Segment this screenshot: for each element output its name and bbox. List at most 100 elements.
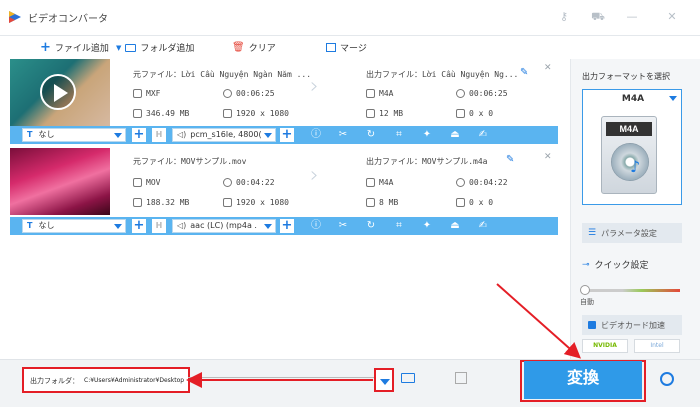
chevron-down-icon[interactable] [669, 96, 677, 101]
alarm-clock-icon[interactable] [660, 372, 674, 386]
add-file-label: ファイル追加 [54, 44, 109, 54]
clock-icon [456, 178, 465, 187]
folder-icon [133, 109, 142, 118]
scissors-icon[interactable]: ✂ [337, 220, 349, 232]
folder-dropdown-button[interactable] [374, 368, 394, 392]
edit-bar: T なし + H ◁) pcm_s16le, 4800( + ⓘ ✂ ↻ ⌗ ✦ ⏏… [10, 126, 558, 144]
add-folder-label: フォルダ追加 [140, 44, 195, 54]
clear-button[interactable]: 🗑 クリア [232, 41, 276, 54]
merge-button[interactable]: マージ [326, 41, 367, 54]
source-size: 188.32 MB [133, 198, 189, 207]
format-icon-text: M4A [606, 122, 652, 136]
audio-track-select[interactable]: ◁) pcm_s16le, 4800( [172, 128, 276, 142]
rotate-icon[interactable]: ↻ [365, 129, 377, 141]
quality-slider-handle[interactable] [580, 285, 590, 295]
resolution-icon [456, 109, 465, 118]
quality-slider-track[interactable] [584, 289, 680, 292]
music-note-icon: ♪ [630, 157, 641, 176]
add-audio-button[interactable]: + [280, 128, 294, 142]
effects-wand-icon[interactable]: ✦ [421, 220, 433, 232]
watermark-stamp-icon[interactable]: ⏏ [449, 129, 461, 141]
intel-badge: Intel [634, 339, 680, 353]
watermark-icon[interactable]: H [152, 219, 166, 233]
edit-bar: T なし + H ◁) aac (LC) (mp4a . + ⓘ ✂ ↻ ⌗ ✦ ⏏… [10, 217, 558, 235]
watermark-icon[interactable]: H [152, 128, 166, 142]
output-duration: 00:04:22 [456, 178, 508, 187]
folder-icon [366, 109, 375, 118]
add-subtitle-button[interactable]: + [132, 128, 146, 142]
key-icon[interactable]: ⚷ [556, 10, 572, 24]
info-icon[interactable]: ⓘ [310, 220, 322, 232]
scissors-icon[interactable]: ✂ [337, 129, 349, 141]
subtitle-value: なし [38, 221, 55, 230]
format-selector[interactable]: M4A M4A ♪ [582, 89, 682, 205]
video-thumbnail[interactable] [10, 59, 110, 126]
minimize-button[interactable]: — [624, 10, 640, 24]
output-folder-path[interactable]: C:¥Users¥Administrator¥Desktop [84, 377, 184, 384]
subtitle-edit-icon[interactable]: ✍ [477, 220, 489, 232]
cart-icon[interactable]: ⛟ [590, 10, 606, 24]
subtitle-select[interactable]: T なし [22, 128, 126, 142]
source-filename: Lời Cầu Nguyện Ngàn Năm ... [181, 70, 312, 79]
source-size: 346.49 MB [133, 109, 189, 118]
edit-name-icon[interactable]: ✎ [506, 154, 514, 165]
gpu-chip-icon [588, 321, 596, 329]
edit-name-icon[interactable]: ✎ [520, 67, 528, 78]
output-format: M4A [366, 89, 393, 98]
video-thumbnail[interactable] [10, 148, 110, 215]
info-icon[interactable]: ⓘ [310, 129, 322, 141]
output-label: 出力ファイル： [366, 70, 422, 79]
crop-icon[interactable]: ⌗ [393, 220, 405, 232]
effects-wand-icon[interactable]: ✦ [421, 129, 433, 141]
format-name: M4A [621, 94, 645, 104]
merge-output-icon[interactable] [455, 372, 467, 384]
subtitle-edit-icon[interactable]: ✍ [477, 129, 489, 141]
source-resolution: 1920 x 1080 [223, 198, 289, 207]
chevron-right-icon: › [310, 163, 319, 188]
film-icon [366, 89, 375, 98]
output-label: 出力ファイル： [366, 157, 422, 166]
watermark-stamp-icon[interactable]: ⏏ [449, 220, 461, 232]
rotate-icon[interactable]: ↻ [365, 220, 377, 232]
resolution-icon [223, 109, 232, 118]
window-title: ビデオコンバータ [28, 14, 108, 25]
crop-icon[interactable]: ⌗ [393, 129, 405, 141]
text-icon: T [27, 130, 33, 139]
output-folder-highlight: 出力フォルダ： C:¥Users¥Administrator¥Desktop [22, 367, 190, 393]
slider-auto-label: 自動 [580, 298, 594, 306]
source-format: MXF [133, 89, 160, 98]
app-logo-icon [9, 11, 21, 23]
source-resolution: 1920 x 1080 [223, 109, 289, 118]
m4a-format-icon: M4A ♪ [601, 116, 657, 194]
clock-icon [456, 89, 465, 98]
gpu-acceleration-toggle[interactable]: ビデオカード加速 [582, 315, 682, 335]
nvidia-badge: NVIDIA [582, 339, 628, 353]
merge-icon [326, 43, 336, 52]
source-format: MOV [133, 178, 160, 187]
film-icon [366, 178, 375, 187]
quick-settings-label: クイック設定 [594, 261, 649, 271]
speaker-icon: ◁) [177, 221, 187, 230]
clock-icon [223, 178, 232, 187]
add-file-button[interactable]: + ファイル追加 [40, 41, 109, 55]
add-audio-button[interactable]: + [280, 219, 294, 233]
open-folder-icon[interactable] [401, 373, 415, 383]
source-label: 元ファイル： [133, 157, 181, 166]
sliders-icon: ☰ [588, 228, 597, 238]
add-subtitle-button[interactable]: + [132, 219, 146, 233]
film-icon [133, 178, 142, 187]
audio-value: pcm_s16le, 4800( [190, 130, 262, 139]
merge-label: マージ [340, 44, 367, 54]
audio-track-select[interactable]: ◁) aac (LC) (mp4a . [172, 219, 276, 233]
subtitle-select[interactable]: T なし [22, 219, 126, 233]
convert-button[interactable]: 変換 [524, 361, 642, 399]
remove-file-icon[interactable]: ✕ [544, 152, 552, 162]
add-folder-button[interactable]: ▼ フォルダ追加 [116, 41, 194, 54]
parameter-settings-button[interactable]: ☰ パラメータ設定 [582, 223, 682, 243]
close-window-button[interactable]: ✕ [664, 10, 680, 24]
quick-settings[interactable]: ⊸ クイック設定 [582, 258, 649, 272]
speaker-icon: ◁) [177, 130, 187, 139]
remove-file-icon[interactable]: ✕ [544, 63, 552, 73]
trash-icon: 🗑 [232, 42, 245, 53]
play-icon[interactable] [40, 74, 76, 110]
